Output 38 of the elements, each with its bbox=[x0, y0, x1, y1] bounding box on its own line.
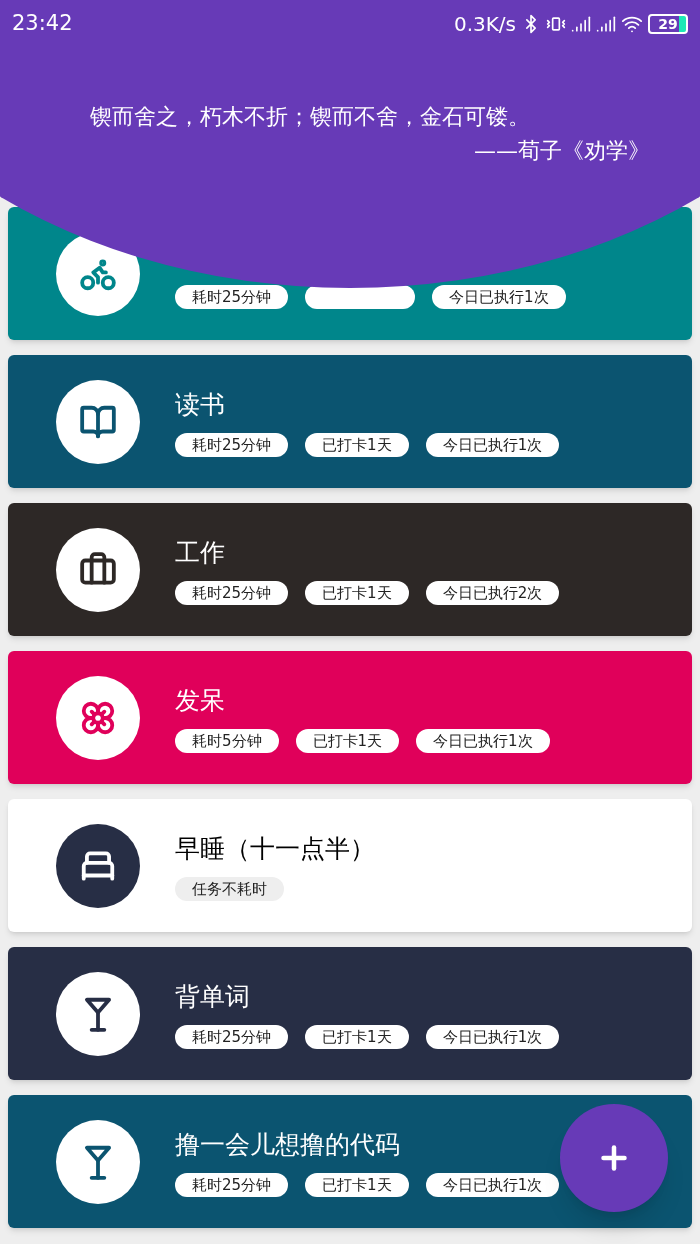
task-tag: 今日已执行1次 bbox=[425, 432, 560, 457]
task-card[interactable]: 工作 耗时25分钟 已打卡1天 今日已执行2次 bbox=[8, 503, 692, 636]
task-title: 撸一会儿想撸的代码 bbox=[175, 1128, 401, 1161]
signal-icon bbox=[571, 14, 591, 34]
task-tag: 已打卡1天 bbox=[305, 580, 409, 605]
task-tag: 已打卡1天 bbox=[295, 728, 400, 753]
task-tag: 已打卡1天 bbox=[305, 432, 409, 457]
vibrate-icon bbox=[546, 14, 566, 34]
task-tag: 已打卡1天 bbox=[305, 1024, 409, 1049]
task-tag: 任务不耗时 bbox=[175, 876, 284, 901]
quote-source: ——荀子《劝学》 bbox=[474, 137, 650, 165]
task-tag: 耗时5分钟 bbox=[175, 728, 279, 753]
task-tag: 耗时25分钟 bbox=[175, 580, 289, 605]
signal-icon bbox=[596, 14, 616, 34]
task-tag: 耗时25分钟 bbox=[175, 432, 289, 457]
task-title: 工作 bbox=[175, 536, 226, 569]
task-tag: 已打卡1天 bbox=[305, 1172, 409, 1197]
task-card[interactable]: 读书 耗时25分钟 已打卡1天 今日已执行1次 bbox=[8, 355, 692, 488]
status-time: 23:42 bbox=[12, 10, 73, 38]
task-tag: 耗时25分钟 bbox=[175, 284, 289, 309]
task-card[interactable]: 早睡（十一点半） 任务不耗时 bbox=[8, 799, 692, 932]
task-tag: 今日已执行1次 bbox=[416, 728, 550, 753]
task-tag: 今日已执行1次 bbox=[425, 1024, 560, 1049]
task-tag: 今日已执行1次 bbox=[425, 1172, 560, 1197]
task-card[interactable]: 背单词 耗时25分钟 已打卡1天 今日已执行1次 bbox=[8, 947, 692, 1080]
quote-text: 锲而舍之，朽木不折；锲而不舍，金石可镂。 bbox=[90, 103, 531, 131]
battery-icon: 29 bbox=[648, 14, 688, 34]
task-card[interactable]: 撸一会儿想撸的代码 耗时25分钟 已打卡1天 今日已执行1次 bbox=[8, 1095, 692, 1228]
task-title: 早睡（十一点半） bbox=[175, 832, 375, 865]
task-tag: 今日已执行1次 bbox=[432, 284, 566, 309]
task-tag: 今日已执行2次 bbox=[425, 580, 560, 605]
network-speed: 0.3K/s bbox=[453, 11, 516, 38]
task-title: 读书 bbox=[175, 388, 226, 421]
task-card[interactable]: 发呆 耗时5分钟 已打卡1天 今日已执行1次 bbox=[8, 651, 692, 784]
task-title: 发呆 bbox=[175, 684, 226, 717]
task-title: 背单词 bbox=[175, 980, 251, 1013]
task-tag: 耗时25分钟 bbox=[175, 1172, 289, 1197]
task-tag: 耗时25分钟 bbox=[175, 1024, 289, 1049]
